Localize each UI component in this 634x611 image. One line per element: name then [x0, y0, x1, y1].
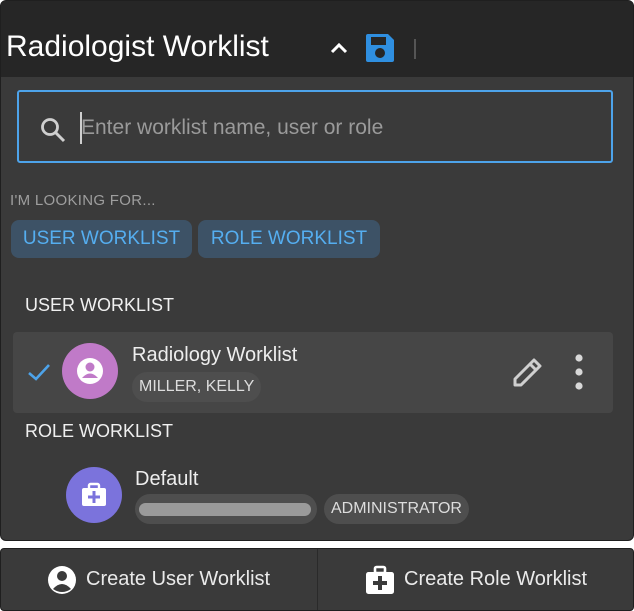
owner-tag: MILLER, KELLY — [132, 372, 262, 402]
search-icon — [41, 118, 66, 143]
person-icon — [77, 358, 103, 384]
create-role-worklist-label: Create Role Worklist — [404, 568, 588, 590]
edit-icon[interactable] — [510, 354, 546, 390]
worklist-panel: Radiologist Worklist I'M LOOKING FOR... … — [0, 0, 634, 541]
role-avatar — [66, 467, 122, 523]
create-user-worklist-button[interactable]: Create User Worklist — [1, 549, 317, 610]
medical-briefcase-icon — [366, 565, 394, 594]
header-divider — [414, 39, 416, 59]
filter-chip-user-worklist[interactable]: USER WORKLIST — [11, 220, 192, 258]
role-tag: ADMINISTRATOR — [324, 494, 469, 524]
worklist-name: Default — [135, 468, 199, 490]
account-circle-icon — [48, 566, 76, 594]
user-worklist-heading: USER WORKLIST — [25, 295, 175, 315]
create-user-worklist-label: Create User Worklist — [86, 568, 271, 590]
chevron-up-icon[interactable] — [328, 38, 350, 58]
check-icon — [28, 364, 50, 381]
page-title: Radiologist Worklist — [6, 30, 269, 63]
search-input[interactable] — [81, 110, 581, 146]
worklist-name: Radiology Worklist — [132, 344, 298, 366]
role-worklist-heading: ROLE WORKLIST — [25, 421, 174, 441]
redacted-tag — [135, 494, 317, 524]
medical-briefcase-icon — [82, 482, 106, 506]
save-icon[interactable] — [363, 31, 397, 65]
search-field[interactable] — [17, 90, 613, 163]
user-avatar — [62, 343, 118, 399]
filter-chip-role-worklist[interactable]: ROLE WORKLIST — [198, 220, 380, 258]
panel-header: Radiologist Worklist — [1, 1, 633, 77]
more-options-icon[interactable] — [569, 353, 589, 391]
create-role-worklist-button[interactable]: Create Role Worklist — [318, 549, 633, 610]
filter-heading: I'M LOOKING FOR... — [10, 192, 156, 209]
footer-actions: Create User Worklist Create Role Worklis… — [0, 548, 634, 611]
redaction-bar — [139, 503, 311, 516]
